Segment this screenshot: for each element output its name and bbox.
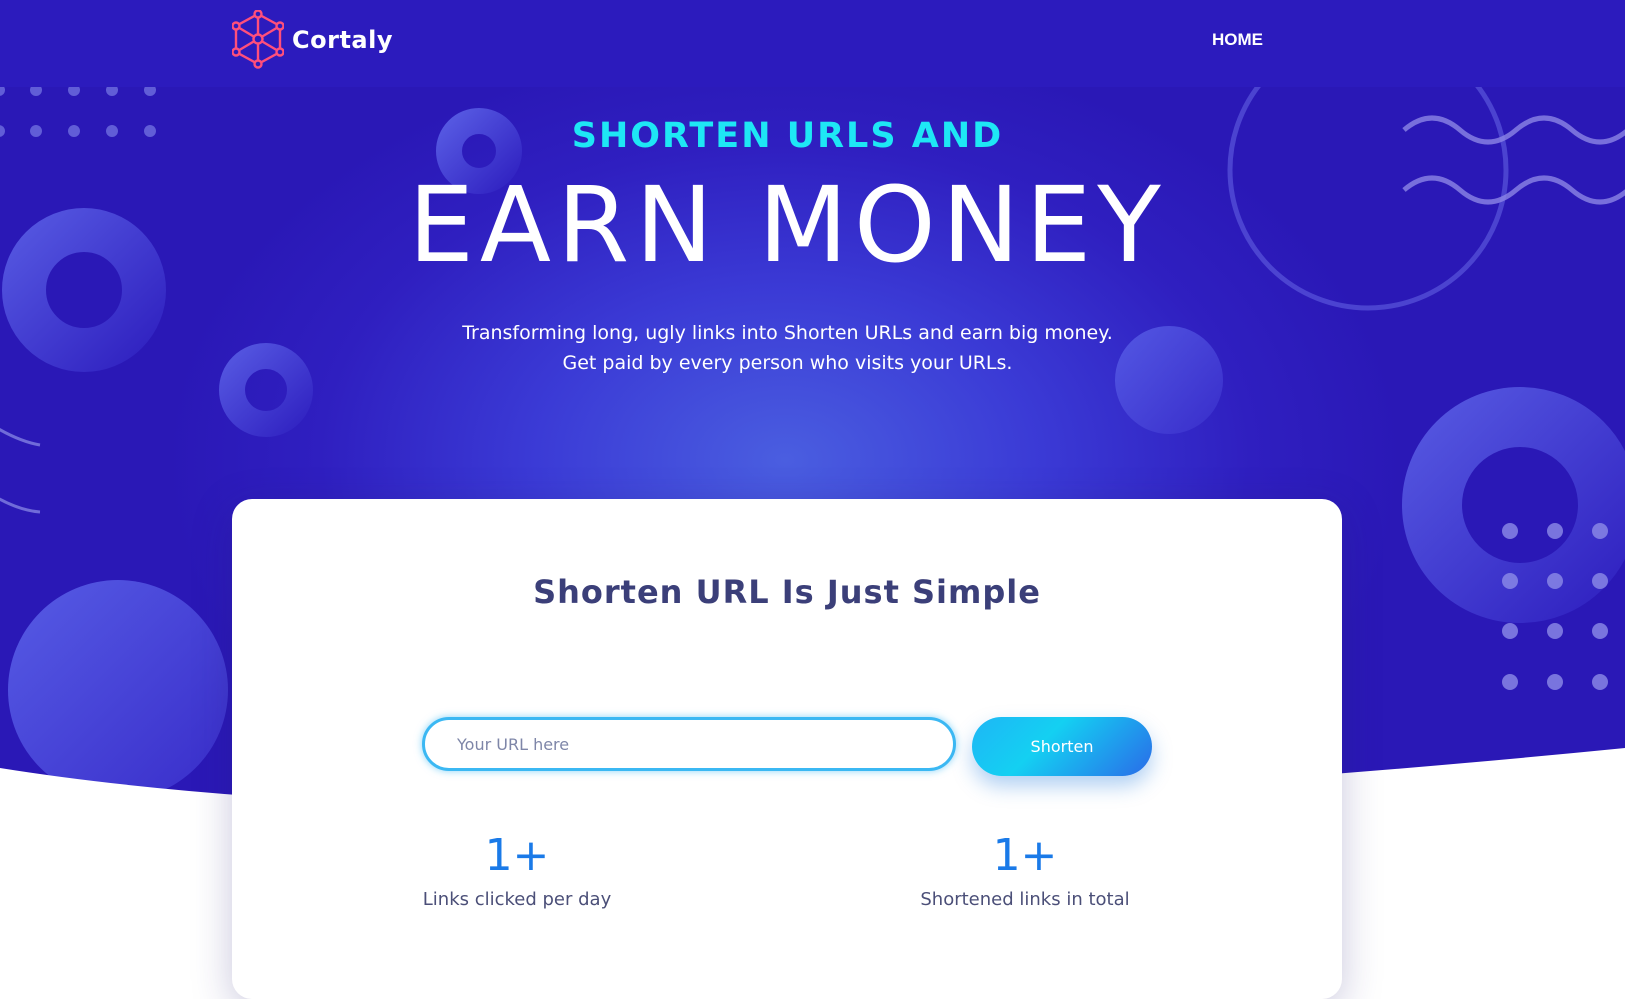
hero-description-line-2: Get paid by every person who visits your…: [562, 352, 1013, 374]
top-navbar: Cortaly HOME: [0, 0, 1625, 87]
shorten-button[interactable]: Shorten: [972, 717, 1152, 776]
brand-name: Cortaly: [292, 26, 393, 54]
brand-logo[interactable]: Cortaly: [232, 10, 393, 70]
nav-home-link[interactable]: HOME: [1212, 30, 1263, 50]
stat-value: 1+: [484, 830, 550, 881]
hero-subtitle: SHORTEN URLS AND: [571, 116, 1004, 156]
stat-label: Shortened links in total: [920, 889, 1130, 910]
stat-label: Links clicked per day: [422, 889, 612, 910]
hero-description-line-1: Transforming long, ugly links into Short…: [462, 322, 1113, 344]
hero-description: Transforming long, ugly links into Short…: [0, 318, 1575, 378]
card-title: Shorten URL Is Just Simple: [533, 573, 1041, 611]
stat-links-clicked: 1+ Links clicked per day: [392, 830, 642, 911]
shorten-card: Shorten URL Is Just Simple Shorten 1+ Li…: [232, 499, 1342, 999]
url-input[interactable]: [422, 717, 956, 771]
hero-headline: EARN MONEY: [408, 164, 1167, 286]
stat-value: 1+: [992, 830, 1058, 881]
stat-shortened-links: 1+ Shortened links in total: [900, 830, 1150, 911]
hexagon-network-icon: [232, 10, 284, 69]
